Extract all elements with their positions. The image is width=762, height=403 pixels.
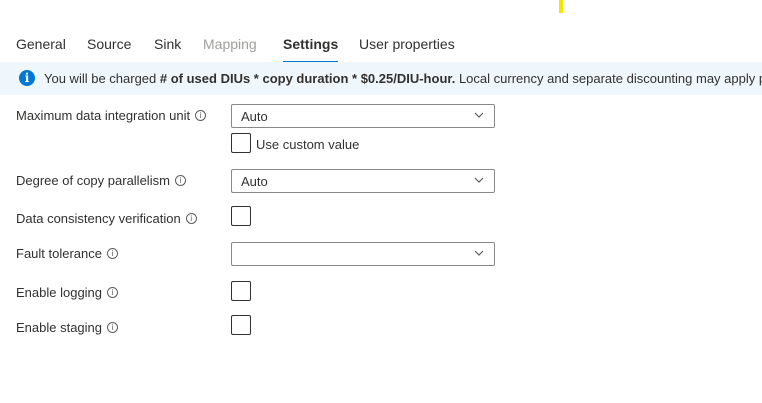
info-tooltip-icon[interactable]: i — [107, 248, 118, 259]
tab-user-properties[interactable]: User properties — [359, 36, 455, 52]
staging-label: Enable staging i — [16, 320, 119, 335]
info-icon: i — [19, 70, 35, 86]
banner-text: You will be charged # of used DIUs * cop… — [44, 71, 762, 86]
logging-label: Enable logging i — [16, 285, 119, 300]
chevron-down-icon — [474, 250, 484, 256]
banner-suffix: Local currency and separate discounting … — [455, 71, 762, 86]
info-tooltip-icon[interactable]: i — [174, 175, 186, 186]
fault-tolerance-label-text: Fault tolerance — [16, 246, 102, 261]
tab-bar: General Source Sink Mapping Settings Use… — [0, 30, 762, 63]
consistency-label: Data consistency verification i — [16, 211, 197, 226]
consistency-checkbox[interactable] — [231, 206, 251, 226]
chevron-down-icon — [474, 177, 484, 183]
max-diu-label: Maximum data integration unit i — [16, 108, 207, 123]
use-custom-value-label: Use custom value — [256, 137, 360, 152]
highlight-marker — [559, 0, 563, 13]
parallelism-label-text: Degree of copy parallelism — [16, 173, 170, 188]
info-tooltip-icon[interactable]: i — [185, 213, 197, 224]
parallelism-label: Degree of copy parallelism i — [16, 173, 186, 188]
tab-source[interactable]: Source — [87, 36, 131, 52]
pricing-info-banner: i You will be charged # of used DIUs * c… — [0, 62, 762, 95]
chevron-down-icon — [474, 112, 484, 118]
tab-sink[interactable]: Sink — [154, 36, 181, 52]
info-tooltip-icon[interactable]: i — [107, 322, 119, 333]
fault-tolerance-dropdown[interactable] — [231, 242, 495, 266]
use-custom-value-checkbox[interactable] — [231, 133, 251, 153]
parallelism-dropdown[interactable]: Auto — [231, 169, 495, 193]
parallelism-value: Auto — [241, 174, 268, 189]
tab-settings[interactable]: Settings — [283, 36, 339, 63]
consistency-label-text: Data consistency verification — [16, 211, 181, 226]
banner-prefix: You will be charged — [44, 71, 160, 86]
max-diu-dropdown[interactable]: Auto — [231, 104, 495, 128]
max-diu-label-text: Maximum data integration unit — [16, 108, 191, 123]
info-tooltip-icon[interactable]: i — [195, 110, 207, 121]
tab-general[interactable]: General — [16, 36, 66, 52]
logging-checkbox[interactable] — [231, 281, 251, 301]
max-diu-value: Auto — [241, 109, 268, 124]
staging-label-text: Enable staging — [16, 320, 103, 335]
tab-mapping: Mapping — [203, 36, 257, 52]
fault-tolerance-label: Fault tolerance i — [16, 246, 118, 261]
staging-checkbox[interactable] — [231, 315, 251, 335]
info-tooltip-icon[interactable]: i — [107, 287, 119, 298]
logging-label-text: Enable logging — [16, 285, 103, 300]
banner-pricing-formula: # of used DIUs * copy duration * $0.25/D… — [159, 71, 456, 86]
